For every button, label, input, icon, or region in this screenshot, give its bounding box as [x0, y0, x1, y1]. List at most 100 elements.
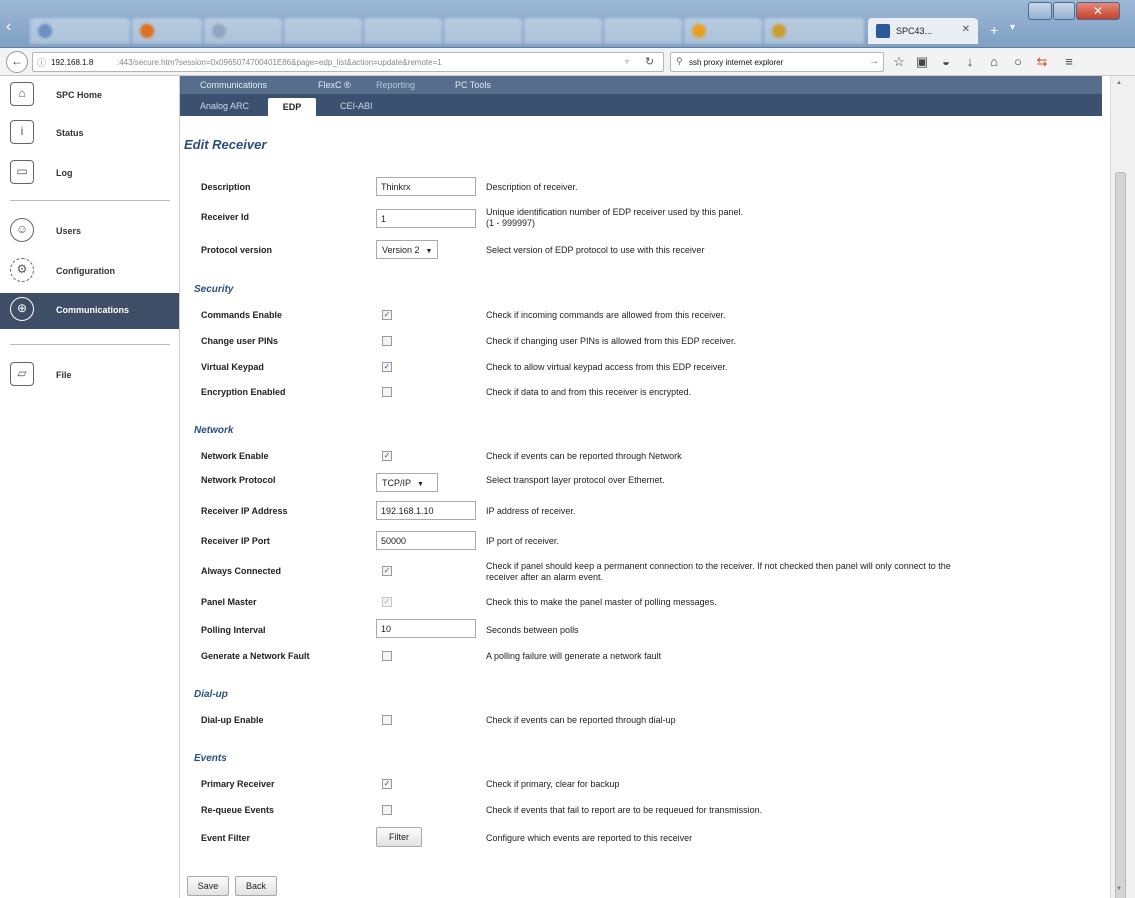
- tab-scroll-left-icon[interactable]: ‹: [6, 18, 26, 40]
- network-enable-checkbox[interactable]: ✓: [382, 451, 392, 461]
- change-user-pins-checkbox[interactable]: [382, 336, 392, 346]
- tab-pc-tools[interactable]: PC Tools: [455, 80, 491, 90]
- browser-tab[interactable]: [444, 18, 522, 44]
- browser-tab[interactable]: [132, 18, 202, 44]
- minimize-button[interactable]: [1028, 2, 1052, 20]
- reload-icon[interactable]: ↻: [645, 55, 654, 68]
- browser-tab[interactable]: [764, 18, 864, 44]
- sidebar-item-status[interactable]: i Status: [0, 116, 179, 152]
- generate-network-fault-checkbox[interactable]: [382, 651, 392, 661]
- protocol-version-help: Select version of EDP protocol to use wi…: [486, 245, 705, 255]
- sidebar-divider: [10, 200, 170, 201]
- sidebar-item-label: Status: [56, 128, 84, 138]
- sidebar-item-spc-home[interactable]: ⌂ SPC Home: [0, 78, 179, 114]
- receiver-ip-address-input[interactable]: [376, 501, 476, 520]
- close-tab-icon[interactable]: ✕: [962, 24, 970, 35]
- browser-tab[interactable]: [684, 18, 762, 44]
- search-go-icon[interactable]: →: [869, 56, 879, 67]
- document-icon: ▭: [10, 160, 34, 184]
- sync-icon[interactable]: ⇆: [1033, 53, 1051, 71]
- polling-interval-input[interactable]: [376, 619, 476, 638]
- sidebar-item-label: File: [56, 370, 72, 380]
- download-icon[interactable]: ↓: [961, 53, 979, 71]
- always-connected-checkbox[interactable]: ✓: [382, 566, 392, 576]
- back-button[interactable]: ←: [6, 51, 28, 73]
- chevron-down-icon: ▼: [425, 248, 433, 255]
- requeue-events-help: Check if events that fail to report are …: [486, 805, 763, 815]
- search-bar[interactable]: ⚲ ssh proxy internet explorer →: [670, 52, 884, 72]
- sidebar: ⌂ SPC Home i Status ▭ Log ☺ Users ⚙ Conf…: [0, 76, 180, 898]
- tab-analog-arc[interactable]: Analog ARC: [200, 101, 249, 111]
- tab-reporting[interactable]: Reporting: [376, 80, 415, 90]
- commands-enable-checkbox[interactable]: ✓: [382, 310, 392, 320]
- tab-list-icon[interactable]: ▾: [1010, 22, 1015, 33]
- dialup-enable-checkbox[interactable]: [382, 715, 392, 725]
- requeue-events-checkbox[interactable]: [382, 805, 392, 815]
- event-filter-help: Configure which events are reported to t…: [486, 833, 693, 843]
- browser-tab[interactable]: [30, 18, 130, 44]
- reading-list-icon[interactable]: ▣: [913, 53, 931, 71]
- tab-edp[interactable]: EDP: [268, 98, 316, 116]
- sidebar-item-communications[interactable]: ⊕ Communications: [0, 293, 179, 329]
- description-input[interactable]: [376, 177, 476, 196]
- url-path: :443/secure.htm?session=0x0965074700401E…: [117, 58, 442, 67]
- info-icon: i: [10, 120, 34, 144]
- primary-receiver-help: Check if primary, clear for backup: [486, 779, 620, 789]
- close-window-button[interactable]: ✕: [1076, 2, 1120, 20]
- active-browser-tab[interactable]: SPC43... ✕: [868, 18, 978, 44]
- url-bar[interactable]: ⓘ 192.168.1.8 :443/secure.htm?session=0x…: [32, 52, 664, 72]
- chevron-down-icon: ▼: [417, 481, 424, 488]
- save-button[interactable]: Save: [187, 876, 229, 896]
- protocol-version-label: Protocol version: [201, 245, 273, 255]
- receiver-ip-address-label: Receiver IP Address: [201, 506, 288, 516]
- receiver-id-input[interactable]: [376, 209, 476, 228]
- tab-label: SPC43...: [896, 26, 933, 36]
- panel-master-label: Panel Master: [201, 597, 257, 607]
- menu-icon[interactable]: ≡: [1060, 53, 1078, 71]
- receiver-ip-port-input[interactable]: [376, 531, 476, 550]
- sidebar-item-label: Log: [56, 168, 73, 178]
- url-host: 192.168.1.8: [51, 58, 94, 67]
- encryption-enabled-checkbox[interactable]: [382, 387, 392, 397]
- sidebar-item-label: Users: [56, 226, 82, 236]
- filter-button[interactable]: Filter: [376, 827, 422, 847]
- info-icon[interactable]: ⓘ: [37, 56, 46, 69]
- primary-receiver-checkbox[interactable]: ✓: [382, 779, 392, 789]
- back-button[interactable]: Back: [235, 876, 277, 896]
- encryption-enabled-label: Encryption Enabled: [201, 387, 286, 397]
- bookmark-star-icon[interactable]: ☆: [890, 53, 908, 71]
- sidebar-item-log[interactable]: ▭ Log: [0, 156, 179, 192]
- browser-tab[interactable]: [284, 18, 362, 44]
- sidebar-item-users[interactable]: ☺ Users: [0, 214, 179, 250]
- maximize-button[interactable]: [1053, 2, 1075, 20]
- scroll-up-icon[interactable]: ▲: [1116, 80, 1122, 86]
- sidebar-divider: [10, 344, 170, 345]
- url-dropdown-icon[interactable]: ▿: [625, 57, 629, 66]
- sidebar-item-configuration[interactable]: ⚙ Configuration: [0, 254, 179, 290]
- pocket-icon[interactable]: ◒: [937, 53, 955, 71]
- home-icon[interactable]: ⌂: [985, 53, 1003, 71]
- network-enable-help: Check if events can be reported through …: [486, 451, 682, 461]
- browser-tab[interactable]: [204, 18, 282, 44]
- network-protocol-select[interactable]: TCP/IP ▼: [376, 473, 438, 492]
- new-tab-icon[interactable]: +: [990, 22, 998, 38]
- browser-tab[interactable]: [604, 18, 682, 44]
- sidebar-item-file[interactable]: ▱ File: [0, 358, 179, 394]
- protocol-version-select[interactable]: Version 2 ▼: [376, 240, 439, 259]
- receiver-id-label: Receiver Id: [201, 212, 250, 222]
- section-title-dialup: Dial-up: [194, 689, 228, 700]
- browser-tab[interactable]: [524, 18, 602, 44]
- receiver-ip-address-help: IP address of receiver.: [486, 506, 576, 516]
- tab-flexc[interactable]: FlexC ®: [318, 80, 351, 90]
- tab-cei-abi[interactable]: CEI-ABI: [340, 101, 373, 111]
- virtual-keypad-checkbox[interactable]: ✓: [382, 362, 392, 372]
- tab-communications[interactable]: Communications: [200, 80, 267, 90]
- scrollbar-thumb[interactable]: [1115, 172, 1126, 898]
- spc-favicon-icon: [876, 24, 890, 38]
- chat-icon[interactable]: ○: [1009, 53, 1027, 71]
- virtual-keypad-help: Check to allow virtual keypad access fro…: [486, 362, 728, 372]
- section-title-events: Events: [194, 753, 227, 764]
- scroll-down-icon[interactable]: ▼: [1116, 886, 1122, 892]
- page-scrollbar[interactable]: ▲ ▼: [1110, 76, 1135, 898]
- browser-tab[interactable]: [364, 18, 442, 44]
